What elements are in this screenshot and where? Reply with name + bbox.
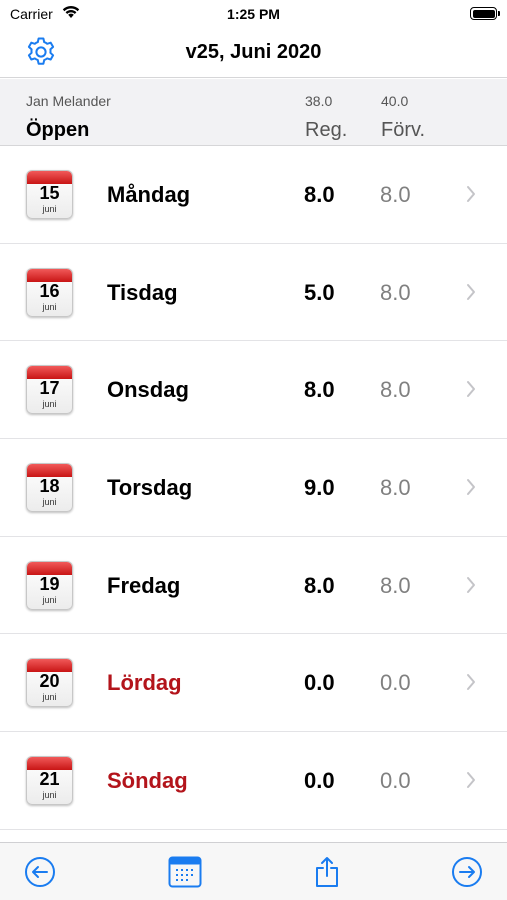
- expected-hours: 8.0: [380, 182, 411, 207]
- registered-hours: 9.0: [304, 475, 335, 501]
- expected-column-header: Förv.: [381, 119, 426, 141]
- day-row-sunday[interactable]: 21 juni Söndag 0.0 0.0: [0, 732, 507, 830]
- bottom-toolbar: [0, 842, 507, 900]
- previous-week-button[interactable]: [23, 856, 57, 893]
- status-bar: Carrier 1:25 PM: [0, 0, 507, 30]
- day-row-thursday[interactable]: 18 juni Torsdag 9.0 8.0: [0, 439, 507, 537]
- calendar-date-icon: 20 juni: [26, 658, 73, 708]
- day-name: Söndag: [107, 768, 188, 794]
- date-number: 21: [39, 769, 60, 790]
- date-month: juni: [42, 692, 57, 703]
- date-number: 17: [39, 378, 60, 399]
- date-month: juni: [42, 399, 57, 410]
- chevron-right-icon: [466, 478, 476, 501]
- employee-name: Jan Melander: [26, 93, 111, 109]
- day-name: Fredag: [107, 572, 181, 598]
- registered-hours: 0.0: [304, 768, 335, 794]
- day-name: Torsdag: [107, 475, 193, 501]
- date-number: 15: [39, 183, 60, 203]
- calendar-date-icon: 19 juni: [26, 560, 73, 610]
- chevron-right-icon: [466, 576, 476, 599]
- calendar-button[interactable]: [168, 856, 202, 893]
- share-icon: [314, 856, 340, 893]
- day-name: Måndag: [107, 182, 191, 207]
- registered-hours: 8.0: [304, 572, 335, 598]
- date-month: juni: [42, 790, 57, 801]
- expected-hours: 8.0: [380, 572, 411, 598]
- arrow-left-circle-icon: [24, 856, 56, 893]
- chevron-right-icon: [466, 185, 476, 208]
- day-name: Lördag: [107, 670, 182, 696]
- summary-header: Jan Melander Öppen 38.0 40.0 Reg. Förv.: [0, 79, 507, 146]
- day-name: Onsdag: [107, 377, 189, 403]
- day-row-monday[interactable]: 15 juni Måndag 8.0 8.0: [0, 146, 507, 244]
- date-month: juni: [42, 204, 57, 214]
- chevron-right-icon: [466, 771, 476, 794]
- registered-hours: 0.0: [304, 670, 335, 696]
- date-month: juni: [42, 301, 57, 312]
- registered-hours: 8.0: [304, 377, 335, 403]
- calendar-date-icon: 18 juni: [26, 463, 73, 513]
- registered-column-header: Reg.: [305, 119, 348, 141]
- expected-hours: 8.0: [380, 377, 411, 403]
- day-row-friday[interactable]: 19 juni Fredag 8.0 8.0: [0, 537, 507, 635]
- registered-hours: 5.0: [304, 279, 335, 305]
- share-button[interactable]: [310, 856, 344, 893]
- day-name: Tisdag: [107, 279, 178, 305]
- nav-bar: v25, Juni 2020: [0, 30, 507, 78]
- registered-total: 38.0: [305, 93, 333, 109]
- date-number: 18: [39, 476, 60, 497]
- registered-hours: 8.0: [304, 182, 335, 207]
- expected-hours: 0.0: [380, 670, 411, 696]
- status-time: 1:25 PM: [227, 6, 280, 22]
- day-row-tuesday[interactable]: 16 juni Tisdag 5.0 8.0: [0, 244, 507, 342]
- day-row-saturday[interactable]: 20 juni Lördag 0.0 0.0: [0, 634, 507, 733]
- battery-icon: [470, 7, 500, 20]
- expected-hours: 0.0: [380, 768, 411, 794]
- week-status: Öppen: [26, 119, 90, 141]
- date-number: 20: [39, 671, 60, 692]
- expected-hours: 8.0: [380, 279, 411, 305]
- arrow-right-circle-icon: [451, 856, 483, 893]
- date-month: juni: [42, 497, 57, 508]
- date-number: 19: [39, 573, 60, 594]
- chevron-right-icon: [466, 283, 476, 306]
- calendar-date-icon: 16 juni: [26, 267, 73, 317]
- date-number: 16: [39, 280, 60, 301]
- day-list: 15 juni Måndag 8.0 8.0 16 juni Tisdag 5.…: [0, 146, 507, 830]
- calendar-date-icon: 17 juni: [26, 365, 73, 415]
- calendar-date-icon: 15 juni: [26, 170, 73, 219]
- day-row-wednesday[interactable]: 17 juni Onsdag 8.0 8.0: [0, 341, 507, 440]
- expected-total: 40.0: [381, 93, 409, 109]
- calendar-icon: [168, 856, 202, 893]
- next-week-button[interactable]: [450, 856, 484, 893]
- expected-hours: 8.0: [380, 475, 411, 501]
- page-title: v25, Juni 2020: [185, 41, 322, 63]
- date-month: juni: [42, 594, 57, 605]
- calendar-date-icon: 21 juni: [26, 756, 73, 806]
- chevron-right-icon: [466, 380, 476, 403]
- chevron-right-icon: [466, 673, 476, 696]
